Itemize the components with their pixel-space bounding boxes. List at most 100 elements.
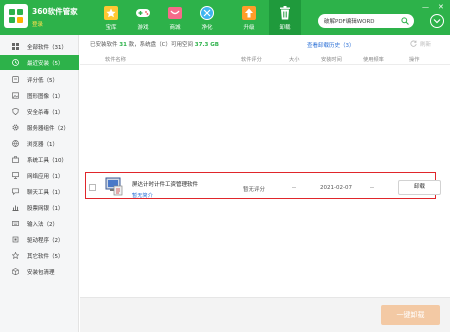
- install-summary: 已安装软件 31 款，系统盘（C）可用空间 37.3 GB: [90, 40, 219, 48]
- summary-mid: 款，系统盘（C）可用空间: [128, 42, 194, 48]
- sidebar-item-security[interactable]: 安全杀毒（1）: [0, 104, 79, 119]
- sidebar-item-graphics[interactable]: 图形图像（1）: [0, 88, 79, 103]
- star-icon: [104, 6, 118, 20]
- sidebar-item-recent[interactable]: 最近安装（5）: [0, 55, 79, 70]
- sidebar-item-label: 服务器组件（2）: [27, 126, 69, 132]
- star-outline-icon: [12, 252, 19, 259]
- sidebar: 全部软件（31） 最近安装（5） 评分低（5） 图形图像（1） 安全杀毒（1） …: [0, 35, 79, 332]
- app-install-date: 2021-02-07: [320, 185, 352, 191]
- sidebar-item-stocks[interactable]: 股票网银（1）: [0, 200, 79, 215]
- sidebar-item-label: 股票网银（1）: [27, 206, 64, 212]
- driver-icon: [12, 236, 19, 243]
- package-icon: [12, 268, 19, 275]
- sidebar-item-chat[interactable]: 聊天工具（1）: [0, 184, 79, 199]
- top-bar: 360软件管家 登录 宝库 游戏 商城 净化 升级 卸载 破解PDF编辑WORD…: [0, 0, 450, 35]
- tab-label: 净化: [201, 25, 213, 31]
- refresh-icon[interactable]: [410, 40, 417, 47]
- sidebar-item-server[interactable]: 服务器组件（2）: [0, 120, 79, 135]
- tab-store[interactable]: 商城: [159, 0, 191, 35]
- search-input[interactable]: 破解PDF编辑WORD: [324, 17, 375, 25]
- search-icon[interactable]: [401, 17, 409, 25]
- sidebar-item-label: 安全杀毒（1）: [27, 110, 64, 116]
- main-panel: 已安装软件 31 款，系统盘（C）可用空间 37.3 GB 查看卸载历史（3） …: [80, 35, 450, 332]
- keyboard-icon: [12, 221, 19, 226]
- clock-icon: [12, 59, 19, 66]
- sidebar-item-browser[interactable]: 浏览器（1）: [0, 136, 79, 151]
- col-frequency[interactable]: 使用频率: [363, 56, 384, 63]
- trash-icon: [280, 6, 290, 20]
- tab-baoku[interactable]: 宝库: [95, 0, 127, 35]
- col-action: 操作: [409, 57, 420, 63]
- sidebar-item-system-tools[interactable]: 系统工具（10）: [0, 152, 79, 167]
- software-count: 31: [119, 42, 127, 48]
- refresh-button[interactable]: 刷新: [420, 40, 431, 48]
- network-icon: [12, 172, 19, 179]
- sidebar-item-drivers[interactable]: 驱动程序（2）: [0, 232, 79, 247]
- free-space: 37.3 GB: [194, 42, 219, 48]
- sidebar-item-network[interactable]: 网络应用（1）: [0, 168, 79, 183]
- sidebar-item-label: 图形图像（1）: [27, 94, 64, 100]
- tab-games[interactable]: 游戏: [127, 0, 159, 35]
- clean-icon: [200, 6, 214, 20]
- sidebar-item-label: 其它软件（5）: [27, 254, 64, 260]
- sidebar-item-label: 最近安装（5）: [27, 61, 64, 67]
- row-checkbox[interactable]: [89, 184, 96, 191]
- tab-label: 卸载: [279, 25, 291, 31]
- sidebar-item-label: 浏览器（1）: [27, 142, 58, 148]
- table-header: 软件名称 软件评分 大小 安装时间 使用频率 操作: [80, 54, 450, 65]
- app-icon: [105, 177, 123, 196]
- sidebar-item-input-method[interactable]: 输入法（2）: [0, 216, 79, 231]
- sidebar-item-label: 驱动程序（2）: [27, 238, 64, 244]
- minimize-button[interactable]: —: [422, 3, 429, 11]
- sidebar-item-low-rating[interactable]: 评分低（5）: [0, 72, 79, 87]
- uninstall-history-link[interactable]: 查看卸载历史（3）: [307, 41, 355, 49]
- col-size[interactable]: 大小: [289, 56, 299, 63]
- search-box[interactable]: 破解PDF编辑WORD: [318, 14, 414, 28]
- app-frequency: --: [370, 185, 374, 191]
- uninstall-button[interactable]: 卸载: [398, 180, 441, 195]
- close-button[interactable]: ✕: [438, 3, 444, 11]
- tab-label: 宝库: [105, 25, 117, 31]
- chevron-down-icon[interactable]: [430, 14, 444, 28]
- tab-label: 商城: [169, 25, 181, 31]
- browser-icon: [12, 140, 19, 147]
- gear-icon: [12, 124, 19, 131]
- chat-icon: [12, 188, 19, 195]
- sidebar-item-label: 聊天工具（1）: [27, 190, 64, 196]
- app-size: --: [292, 185, 296, 191]
- sidebar-item-other[interactable]: 其它软件（5）: [0, 248, 79, 263]
- tab-label: 升级: [243, 25, 255, 31]
- col-install-time[interactable]: 安装时间: [321, 56, 342, 63]
- sidebar-item-label: 全部软件（31）: [27, 45, 67, 51]
- shield-icon: [12, 108, 19, 115]
- app-name: 屏达计时计件工资管理软件: [132, 182, 199, 188]
- sidebar-item-package-cleanup[interactable]: 安装包清理: [0, 264, 79, 279]
- sidebar-item-label: 输入法（2）: [27, 222, 58, 228]
- col-name[interactable]: 软件名称: [105, 56, 126, 63]
- sidebar-item-label: 安装包清理: [27, 270, 55, 276]
- tab-uninstall[interactable]: 卸载: [269, 0, 301, 35]
- app-logo: [4, 4, 28, 28]
- grid-icon: [12, 43, 19, 50]
- app-description: 暂无简介: [132, 193, 153, 199]
- store-icon: [168, 7, 182, 19]
- chart-icon: [12, 205, 19, 211]
- image-icon: [12, 92, 19, 99]
- sidebar-item-label: 评分低（5）: [27, 78, 58, 84]
- col-rating[interactable]: 软件评分: [241, 56, 262, 63]
- tab-label: 游戏: [137, 25, 149, 31]
- app-title: 360软件管家: [32, 7, 78, 16]
- sidebar-item-all[interactable]: 全部软件（31）: [0, 39, 79, 54]
- thumb-down-icon: [12, 76, 19, 83]
- tab-clean[interactable]: 净化: [191, 0, 223, 35]
- gamepad-icon: [136, 9, 150, 17]
- upgrade-icon: [242, 6, 256, 20]
- footer-bar: 一键卸载: [80, 297, 450, 332]
- toolbox-icon: [12, 156, 19, 163]
- login-link[interactable]: 登录: [32, 20, 43, 28]
- sidebar-item-label: 网络应用（1）: [27, 174, 64, 180]
- one-key-uninstall-button[interactable]: 一键卸载: [381, 305, 440, 325]
- summary-prefix: 已安装软件: [90, 42, 118, 48]
- tab-upgrade[interactable]: 升级: [233, 0, 265, 35]
- app-rating: 暂无评分: [243, 187, 266, 193]
